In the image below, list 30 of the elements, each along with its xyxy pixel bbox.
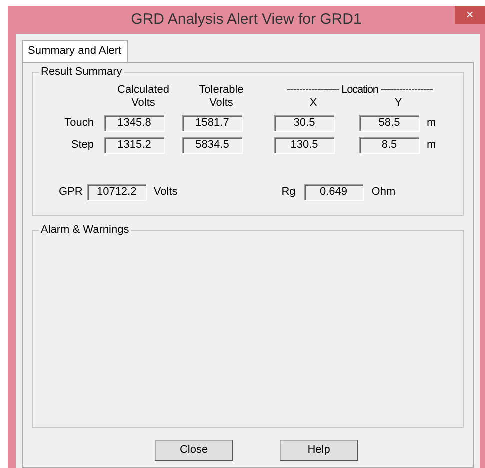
field-label: Rg xyxy=(282,185,296,200)
column-header: X xyxy=(310,97,318,110)
value-field: 130.5 xyxy=(274,137,335,154)
group-title: Result Summary xyxy=(39,66,124,79)
unit-label: m xyxy=(427,116,436,132)
value-field: 10712.2 xyxy=(86,184,147,201)
row-label: Touch xyxy=(64,116,95,132)
value-field: 1345.8 xyxy=(104,115,165,132)
column-header: Calculated Volts xyxy=(118,84,170,110)
column-header: ----------------- Location ----------------- xyxy=(287,84,433,96)
dialog-button[interactable]: Help xyxy=(280,440,358,461)
group-title: Alarm & Warnings xyxy=(39,224,132,237)
unit-label: m xyxy=(427,138,436,154)
unit-label: Volts xyxy=(154,185,178,200)
unit-label: Ohm xyxy=(372,185,396,200)
value-field: 5834.5 xyxy=(182,137,243,154)
tab[interactable]: Summary and Alert xyxy=(22,40,128,62)
value-field: 0.649 xyxy=(304,184,364,201)
value-field: 58.5 xyxy=(359,115,420,132)
column-header: Y xyxy=(394,97,402,110)
value-field: 30.5 xyxy=(274,115,335,132)
column-header: Tolerable Volts xyxy=(199,84,244,110)
close-button[interactable]: × xyxy=(455,6,485,24)
row-label: Step xyxy=(70,138,95,154)
value-field: 8.5 xyxy=(359,137,420,154)
window-title: GRD Analysis Alert View for GRD1 xyxy=(131,10,362,30)
dialog-button[interactable]: Close xyxy=(155,440,233,461)
value-field: 1581.7 xyxy=(182,115,243,132)
field-label: GPR xyxy=(59,185,83,200)
value-field: 1315.2 xyxy=(104,137,165,154)
